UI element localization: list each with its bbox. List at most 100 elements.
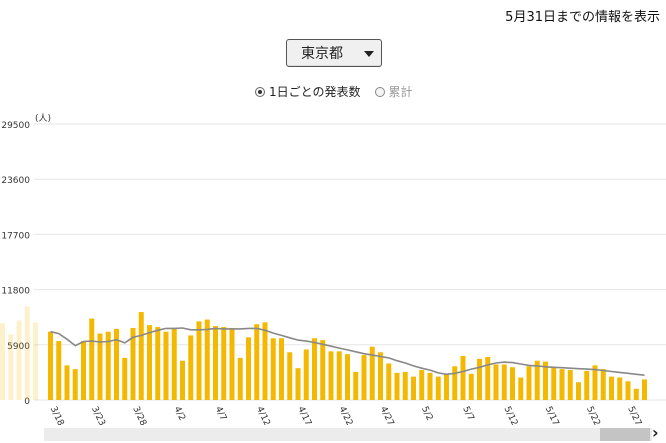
bar: [402, 371, 408, 400]
bar: [353, 371, 359, 400]
bar: [64, 365, 70, 400]
bar: [501, 364, 507, 400]
bar: [262, 322, 268, 400]
bar: [213, 326, 218, 400]
bar: [188, 335, 194, 400]
bar: [229, 327, 235, 400]
x-tick-label: 3/18: [48, 405, 66, 425]
y-tick-label: 29500: [1, 121, 30, 131]
x-tick-label: 4/12: [254, 405, 272, 425]
bar: [89, 318, 95, 400]
bar: [493, 364, 499, 400]
ghost-bar: [24, 306, 30, 400]
bar: [303, 349, 309, 400]
bar: [378, 352, 383, 400]
daily-cases-chart: 0590011800177002360029500(人)3/18 3/23 3/28…: [0, 113, 666, 425]
bar: [171, 327, 177, 400]
bar: [642, 379, 647, 400]
bar: [56, 341, 62, 400]
y-tick-label: 17700: [1, 231, 30, 241]
bar: [452, 366, 458, 400]
bar: [609, 376, 614, 400]
bar: [180, 360, 185, 400]
bar: [336, 351, 342, 400]
bar: [361, 355, 367, 400]
x-tick-label: 5/12: [502, 405, 520, 425]
bar: [279, 338, 284, 400]
bar: [237, 357, 243, 400]
bar: [345, 354, 350, 400]
bar: [427, 372, 433, 400]
x-tick-label: 3/23: [89, 405, 107, 425]
bar: [196, 321, 202, 400]
bar: [600, 369, 606, 400]
bar: [221, 327, 227, 400]
bar: [510, 367, 515, 400]
bar: [559, 369, 565, 400]
y-tick-label: 23600: [1, 176, 30, 186]
bar: [312, 338, 317, 400]
x-tick-label: 5/22: [584, 405, 602, 425]
bar: [435, 376, 441, 400]
ghost-bar: [0, 323, 5, 400]
bar: [419, 370, 425, 400]
x-tick-label: 4/7: [213, 405, 228, 422]
bar: [254, 324, 260, 400]
bar: [386, 363, 392, 400]
radio-cumulative[interactable]: 累計: [374, 83, 413, 100]
bar: [138, 312, 144, 400]
bar: [122, 357, 128, 400]
mode-radio-group: 1日ごとの発表数 累計: [255, 83, 427, 100]
prefecture-select-value: 東京都: [301, 46, 343, 62]
bar: [287, 352, 293, 400]
bar: [97, 333, 103, 400]
x-tick-label: 4/22: [337, 405, 355, 425]
ghost-bar: [33, 322, 38, 400]
bar: [526, 366, 532, 400]
x-tick-label: 4/17: [295, 405, 313, 425]
bar: [328, 351, 334, 400]
bar: [477, 358, 482, 400]
horizontal-scrollbar[interactable]: [44, 428, 652, 441]
bar: [394, 372, 400, 400]
ghost-bar: [16, 320, 22, 400]
radio-unchecked-icon: [374, 86, 385, 97]
x-tick-label: 5/7: [460, 405, 475, 422]
ghost-bar: [8, 334, 14, 400]
info-text: 5月31日までの情報を表示: [505, 10, 660, 25]
x-tick-label: 5/27: [625, 405, 643, 425]
radio-daily-label: 1日ごとの発表数: [269, 85, 361, 99]
chevron-right-icon[interactable]: ›: [652, 424, 666, 442]
x-tick-label: 4/27: [378, 405, 396, 425]
x-tick-label: 3/28: [130, 405, 148, 425]
bar: [72, 369, 78, 400]
radio-daily[interactable]: 1日ごとの発表数: [255, 83, 361, 100]
radio-checked-icon: [255, 86, 265, 97]
y-unit-label: (人): [35, 113, 51, 124]
x-tick-label: 5/2: [419, 405, 434, 422]
bar: [468, 373, 474, 400]
bar: [576, 382, 581, 400]
bar: [625, 381, 631, 400]
bar: [485, 356, 491, 400]
bar: [48, 331, 53, 400]
x-tick-label: 4/2: [172, 405, 187, 422]
y-tick-label: 11800: [1, 287, 30, 297]
bar: [270, 338, 276, 400]
bar: [518, 377, 524, 400]
prefecture-select[interactable]: 東京都: [286, 39, 382, 67]
radio-cumulative-label: 累計: [388, 85, 413, 99]
bar: [444, 373, 449, 400]
scrollbar-thumb[interactable]: [600, 428, 650, 441]
bar: [204, 319, 210, 400]
bar: [147, 325, 152, 400]
bar: [460, 356, 466, 400]
bar: [320, 340, 326, 400]
bar: [155, 327, 161, 400]
bar: [81, 341, 86, 400]
x-tick-label: 5/17: [543, 405, 561, 425]
bar: [633, 388, 639, 400]
bar: [411, 376, 416, 400]
bar: [163, 331, 169, 400]
bar: [584, 370, 590, 400]
